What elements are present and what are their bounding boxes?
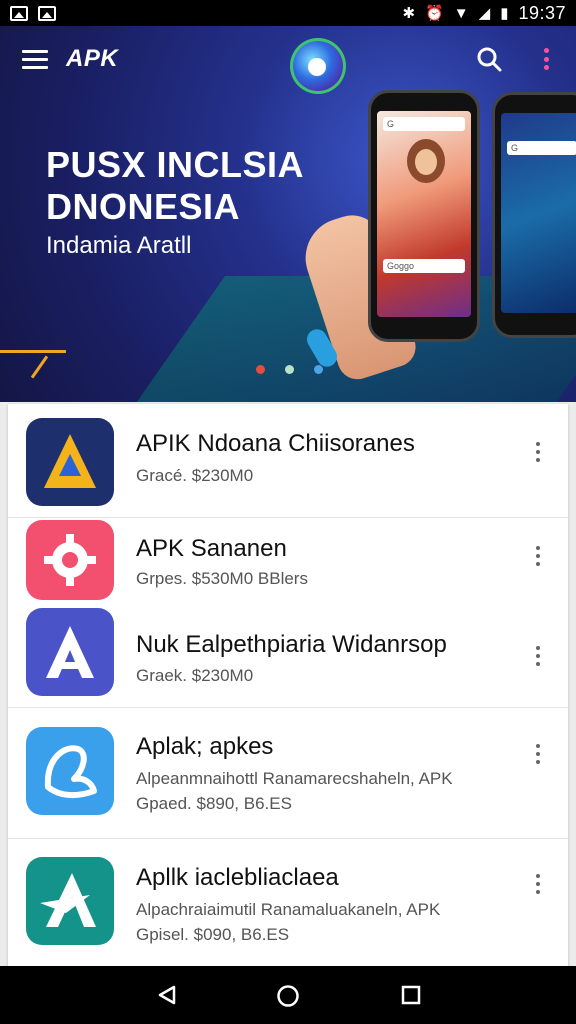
app-name: Apllk iaclebliaclaea — [136, 864, 339, 891]
list-item[interactable]: Nuk Ealpethpiaria Widanrsop Graek. $230M… — [8, 608, 568, 708]
hero-accent-line — [0, 350, 66, 353]
list-item[interactable]: Aplak; apkes Alpeanmnaihottl Ranamarecsh… — [8, 709, 568, 839]
status-bar: ✱ ⏰ ▼ ◢ ▮ 19:37 — [0, 0, 576, 26]
alarm-icon: ⏰ — [425, 4, 444, 22]
navigation-bar — [0, 966, 576, 1024]
more-options-icon[interactable] — [530, 440, 546, 464]
app-name: Aplak; apkes — [136, 733, 274, 760]
status-right: ✱ ⏰ ▼ ◢ ▮ 19:37 — [403, 3, 566, 24]
photo-icon — [38, 5, 56, 21]
triangle-a-icon — [26, 418, 114, 506]
phone-illustration-back: G — [492, 92, 576, 338]
app-description: Alpachraiaimutil Ranamaluakaneln, APK — [136, 900, 441, 919]
status-time: 19:37 — [518, 2, 566, 23]
more-options-icon[interactable] — [530, 742, 546, 766]
overflow-menu-icon[interactable] — [538, 44, 554, 74]
app-meta: Grpes. $530M0 BBlers — [136, 569, 308, 588]
phone-search-bar: G — [383, 117, 465, 131]
star-a-icon — [26, 857, 114, 945]
phone-screen: G Goggo — [377, 111, 471, 317]
hero-subtitle: Indamia Aratll — [46, 232, 192, 259]
phone-illustration-front: G Goggo — [368, 90, 480, 342]
app-meta: Gpaed. $890, B6.ES — [136, 794, 292, 813]
toolbar: APK — [0, 26, 576, 94]
list-item[interactable]: APK Sananen Grpes. $530M0 BBlers — [8, 518, 568, 608]
phone-screen: G — [501, 113, 576, 313]
carousel-dot[interactable] — [256, 365, 265, 374]
list-item[interactable]: Apllk iaclebliaclaea Alpachraiaimutil Ra… — [8, 840, 568, 966]
app-list: APIK Ndoana Chiisoranes Gracé. $230M0 AP… — [8, 404, 568, 966]
hero-accent-line — [30, 355, 49, 379]
app-name: APIK Ndoana Chiisoranes — [136, 430, 415, 457]
carousel-dot[interactable] — [314, 365, 323, 374]
bluetooth-icon: ✱ — [402, 4, 416, 22]
image-icon — [10, 5, 28, 21]
more-options-icon[interactable] — [530, 644, 546, 668]
hero-title: PUSX INCLSIA DNONESIA — [46, 144, 346, 228]
app-meta: Gpisel. $090, B6.ES — [136, 925, 290, 944]
battery-icon: ▮ — [500, 4, 509, 22]
recents-icon[interactable] — [400, 984, 422, 1011]
carousel-indicator — [256, 365, 323, 374]
signal-icon: ◢ — [478, 4, 491, 22]
search-icon[interactable] — [476, 46, 502, 72]
phone-search-bar: Goggo — [383, 259, 465, 273]
home-icon[interactable] — [276, 984, 300, 1013]
more-options-icon[interactable] — [530, 872, 546, 896]
app-logo — [290, 38, 346, 94]
status-left — [10, 5, 56, 21]
app-name: Nuk Ealpethpiaria Widanrsop — [136, 631, 447, 658]
app-title: APK — [66, 45, 119, 72]
leaf-icon — [26, 727, 114, 815]
letter-a-icon — [26, 608, 114, 696]
app-meta: Graek. $230M0 — [136, 666, 254, 685]
person-photo — [407, 139, 445, 183]
list-item[interactable]: APIK Ndoana Chiisoranes Gracé. $230M0 — [8, 404, 568, 518]
wifi-icon: ▼ — [453, 4, 469, 22]
app-description: Alpeanmnaihottl Ranamarecshaheln, APK — [136, 769, 453, 788]
hero-banner[interactable]: APK PUSX INCLSIA DNONESIA Indamia Aratll… — [0, 26, 576, 402]
phone-search-bar: G — [507, 141, 576, 155]
more-options-icon[interactable] — [530, 544, 546, 568]
gear-icon — [26, 520, 114, 600]
menu-icon[interactable] — [22, 50, 48, 70]
back-icon[interactable] — [156, 984, 178, 1011]
hero-title-line2: DNONESIA — [46, 186, 241, 227]
app-name: APK Sananen — [136, 535, 287, 562]
carousel-dot[interactable] — [285, 365, 294, 374]
hero-title-line1: PUSX INCLSIA — [46, 144, 305, 185]
app-meta: Gracé. $230M0 — [136, 466, 254, 485]
